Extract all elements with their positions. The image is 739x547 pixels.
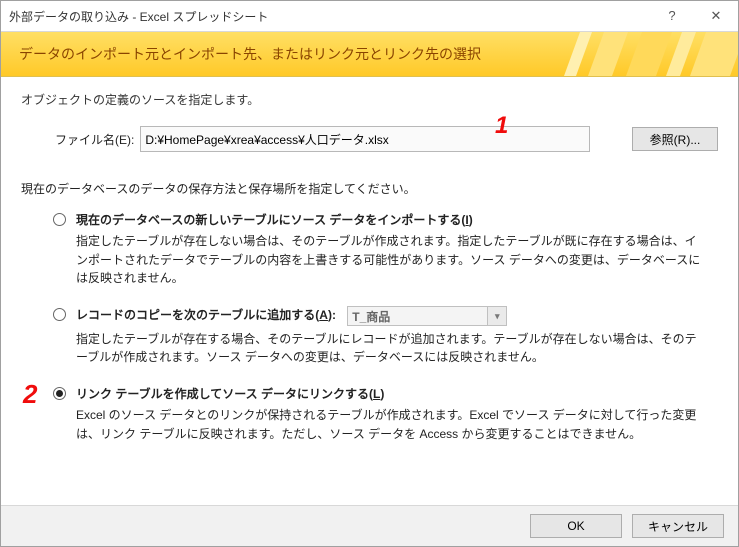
instruction-store: 現在のデータベースのデータの保存方法と保存場所を指定してください。 [21,180,718,197]
option-append-title-pre: レコードのコピーを次のテーブルに追加する( [76,308,319,322]
option-append-title-post: ): [328,308,336,322]
chevron-down-icon: ▾ [487,307,506,325]
file-row: ファイル名(E): 1 参照(R)... [55,126,718,152]
option-link-title-pre: リンク テーブルを作成してソース データにリンクする( [76,387,373,401]
annotation-1: 1 [495,112,508,140]
browse-button[interactable]: 参照(R)... [632,127,718,151]
option-append-title: レコードのコピーを次のテーブルに追加する(A): T_商品 ▾ [76,306,706,326]
option-import-desc: 指定したテーブルが存在しない場合は、そのテーブルが作成されます。指定したテーブル… [76,232,706,288]
dialog-footer: OK キャンセル [1,505,738,546]
radio-append-table[interactable] [53,308,66,321]
wizard-heading: データのインポート元とインポート先、またはリンク元とリンク先の選択 [1,32,738,64]
option-import-title-pre: 現在のデータベースの新しいテーブルにソース データをインポートする( [76,213,465,227]
append-table-value: T_商品 [352,310,390,324]
radio-link-table[interactable] [53,387,66,400]
option-import-new-table[interactable]: 現在のデータベースの新しいテーブルにソース データをインポートする(I) 指定し… [53,211,706,288]
option-import-title: 現在のデータベースの新しいテーブルにソース データをインポートする(I) [76,211,706,228]
help-button[interactable]: ? [650,1,694,31]
file-name-input[interactable] [140,126,590,152]
instruction-source: オブジェクトの定義のソースを指定します。 [21,91,718,108]
option-import-title-post: ) [469,213,473,227]
option-link-desc: Excel のソース データとのリンクが保持されるテーブルが作成されます。Exc… [76,406,706,443]
annotation-2: 2 [23,379,37,410]
close-button[interactable]: ✕ [694,1,738,31]
append-table-combo[interactable]: T_商品 ▾ [347,306,507,326]
option-append-accel: A [319,308,328,322]
radio-import-new-table[interactable] [53,213,66,226]
option-link-title: リンク テーブルを作成してソース データにリンクする(L) [76,385,706,402]
titlebar: 外部データの取り込み - Excel スプレッドシート ? ✕ [1,1,738,32]
dialog-body: オブジェクトの定義のソースを指定します。 ファイル名(E): 1 参照(R)..… [1,77,738,443]
option-append-table[interactable]: レコードのコピーを次のテーブルに追加する(A): T_商品 ▾ 指定したテーブル… [53,306,706,367]
cancel-button[interactable]: キャンセル [632,514,724,538]
wizard-header: データのインポート元とインポート先、またはリンク元とリンク先の選択 [1,32,738,77]
ok-button[interactable]: OK [530,514,622,538]
file-label: ファイル名(E): [55,131,134,148]
option-link-title-post: ) [380,387,384,401]
dialog-window: 外部データの取り込み - Excel スプレッドシート ? ✕ データのインポー… [0,0,739,547]
window-title: 外部データの取り込み - Excel スプレッドシート [9,8,650,25]
option-link-table[interactable]: リンク テーブルを作成してソース データにリンクする(L) Excel のソース… [53,385,706,443]
option-append-desc: 指定したテーブルが存在する場合、そのテーブルにレコードが追加されます。テーブルが… [76,330,706,367]
